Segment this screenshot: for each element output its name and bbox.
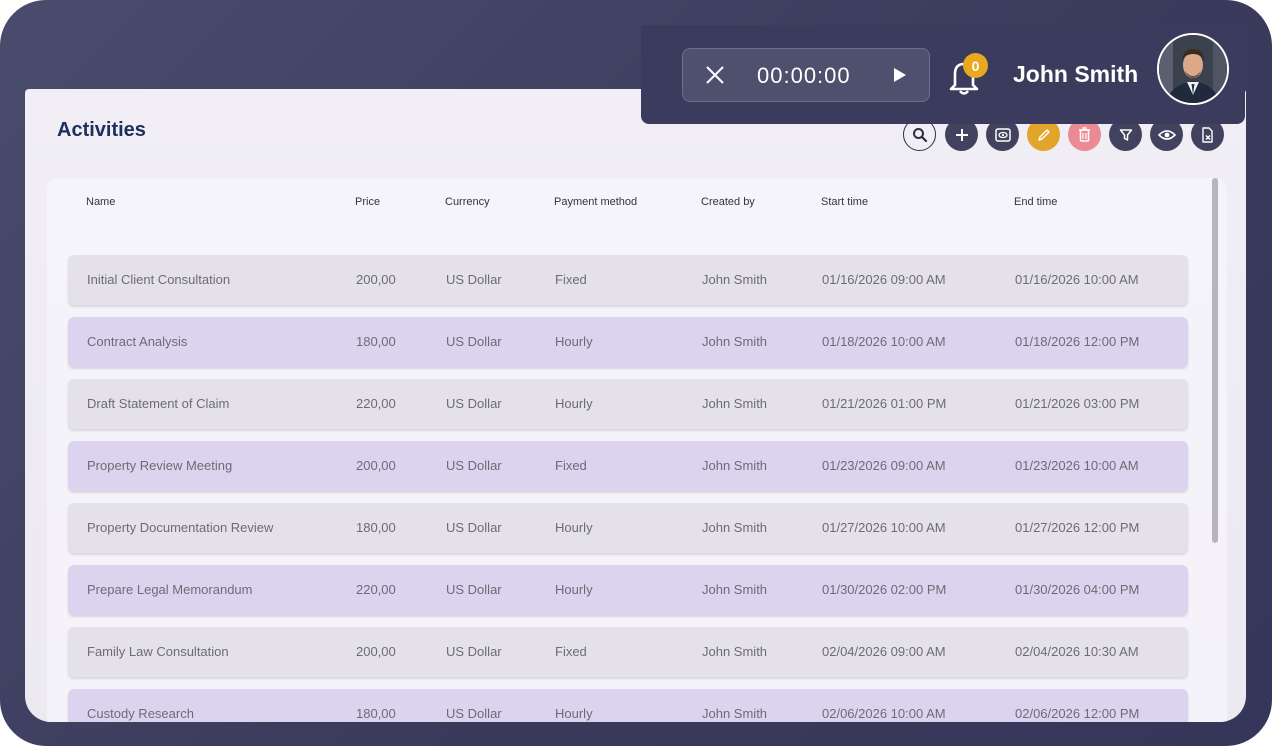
cell-end-time: 02/06/2026 12:00 PM bbox=[1015, 706, 1140, 721]
app-frame: Activities Name Price Currency Payment m… bbox=[0, 0, 1272, 746]
cell-payment-method: Hourly bbox=[555, 520, 593, 535]
column-header-payment-method[interactable]: Payment method bbox=[554, 196, 637, 208]
cell-start-time: 02/04/2026 09:00 AM bbox=[822, 644, 946, 659]
column-header-currency[interactable]: Currency bbox=[445, 196, 490, 208]
cell-name: Custody Research bbox=[87, 706, 194, 721]
table-row[interactable]: Draft Statement of Claim 220,00 US Dollar H… bbox=[68, 379, 1188, 429]
cell-price: 220,00 bbox=[356, 396, 396, 411]
cell-currency: US Dollar bbox=[446, 520, 502, 535]
notification-badge: 0 bbox=[963, 53, 988, 78]
cell-price: 200,00 bbox=[356, 272, 396, 287]
cell-created-by: John Smith bbox=[702, 458, 768, 473]
table-row[interactable]: Contract Analysis 180,00 US Dollar Hourly Jo… bbox=[68, 317, 1188, 367]
cell-payment-method: Hourly bbox=[555, 334, 593, 349]
edit-icon bbox=[1037, 128, 1050, 141]
cell-currency: US Dollar bbox=[446, 706, 502, 721]
cell-name: Prepare Legal Memorandum bbox=[87, 582, 253, 597]
cell-payment-method: Fixed bbox=[555, 644, 587, 659]
eye-icon bbox=[1157, 129, 1176, 140]
cell-payment-method: Hourly bbox=[555, 582, 593, 597]
user-name[interactable]: John Smith bbox=[1013, 61, 1138, 88]
cell-currency: US Dollar bbox=[446, 272, 502, 287]
cell-start-time: 01/21/2026 01:00 PM bbox=[822, 396, 947, 411]
cell-currency: US Dollar bbox=[446, 458, 502, 473]
table-row[interactable]: Initial Client Consultation 200,00 US Doll… bbox=[68, 255, 1188, 305]
cell-start-time: 01/16/2026 09:00 AM bbox=[822, 272, 946, 287]
activities-panel: Activities Name Price Currency Payment m… bbox=[25, 89, 1246, 722]
cell-start-time: 02/06/2026 10:00 AM bbox=[822, 706, 946, 721]
filter-icon bbox=[1119, 128, 1132, 141]
cell-currency: US Dollar bbox=[446, 396, 502, 411]
close-icon[interactable] bbox=[705, 65, 725, 85]
column-header-created-by[interactable]: Created by bbox=[701, 196, 755, 208]
timer-value: 00:00:00 bbox=[757, 63, 851, 88]
cell-created-by: John Smith bbox=[702, 582, 768, 597]
preview-icon bbox=[994, 127, 1011, 142]
cell-name: Draft Statement of Claim bbox=[87, 396, 230, 411]
column-header-price[interactable]: Price bbox=[355, 196, 380, 208]
cell-name: Contract Analysis bbox=[87, 334, 188, 349]
page-title: Activities bbox=[57, 119, 146, 141]
cell-end-time: 01/21/2026 03:00 PM bbox=[1015, 396, 1140, 411]
avatar-image bbox=[1159, 35, 1227, 103]
cell-end-time: 01/16/2026 10:00 AM bbox=[1015, 272, 1139, 287]
table-row[interactable]: Property Review Meeting 200,00 US Dollar Fi… bbox=[68, 441, 1188, 491]
cell-name: Property Documentation Review bbox=[87, 520, 274, 535]
cell-name: Property Review Meeting bbox=[87, 458, 233, 473]
cell-created-by: John Smith bbox=[702, 396, 768, 411]
cell-currency: US Dollar bbox=[446, 644, 502, 659]
cell-created-by: John Smith bbox=[702, 334, 768, 349]
play-icon[interactable] bbox=[893, 67, 907, 83]
table-row[interactable]: Prepare Legal Memorandum 220,00 US Dollar H… bbox=[68, 565, 1188, 615]
cell-start-time: 01/27/2026 10:00 AM bbox=[822, 520, 946, 535]
column-header-name[interactable]: Name bbox=[86, 196, 115, 208]
top-bar: 00:00:00 0 John Smith bbox=[641, 25, 1245, 124]
plus-icon bbox=[955, 128, 968, 141]
clear-file-icon bbox=[1202, 126, 1213, 143]
cell-name: Initial Client Consultation bbox=[87, 272, 231, 287]
trash-icon bbox=[1079, 127, 1090, 142]
cell-price: 180,00 bbox=[356, 706, 396, 721]
cell-end-time: 02/04/2026 10:30 AM bbox=[1015, 644, 1139, 659]
cell-end-time: 01/30/2026 04:00 PM bbox=[1015, 582, 1140, 597]
cell-payment-method: Fixed bbox=[555, 272, 587, 287]
cell-created-by: John Smith bbox=[702, 520, 768, 535]
cell-payment-method: Hourly bbox=[555, 396, 593, 411]
table-row[interactable]: Property Documentation Review 180,00 US Do… bbox=[68, 503, 1188, 553]
search-icon bbox=[912, 127, 927, 142]
cell-created-by: John Smith bbox=[702, 706, 768, 721]
avatar[interactable] bbox=[1157, 33, 1229, 105]
table-row[interactable]: Custody Research 180,00 US Dollar Hourly Joh… bbox=[68, 689, 1188, 722]
table-row[interactable]: Family Law Consultation 200,00 US Dollar Fi… bbox=[68, 627, 1188, 677]
timer-widget: 00:00:00 bbox=[682, 48, 930, 102]
cell-end-time: 01/27/2026 12:00 PM bbox=[1015, 520, 1140, 535]
cell-created-by: John Smith bbox=[702, 272, 768, 287]
cell-currency: US Dollar bbox=[446, 582, 502, 597]
cell-payment-method: Fixed bbox=[555, 458, 587, 473]
cell-end-time: 01/23/2026 10:00 AM bbox=[1015, 458, 1139, 473]
cell-end-time: 01/18/2026 12:00 PM bbox=[1015, 334, 1140, 349]
cell-start-time: 01/30/2026 02:00 PM bbox=[822, 582, 947, 597]
scrollbar[interactable] bbox=[1209, 178, 1221, 722]
cell-name: Family Law Consultation bbox=[87, 644, 229, 659]
cell-currency: US Dollar bbox=[446, 334, 502, 349]
column-header-end-time[interactable]: End time bbox=[1014, 196, 1057, 208]
cell-created-by: John Smith bbox=[702, 644, 768, 659]
cell-price: 220,00 bbox=[356, 582, 396, 597]
column-header-start-time[interactable]: Start time bbox=[821, 196, 868, 208]
cell-price: 200,00 bbox=[356, 644, 396, 659]
cell-price: 180,00 bbox=[356, 334, 396, 349]
cell-payment-method: Hourly bbox=[555, 706, 593, 721]
cell-price: 200,00 bbox=[356, 458, 396, 473]
cell-start-time: 01/18/2026 10:00 AM bbox=[822, 334, 946, 349]
cell-price: 180,00 bbox=[356, 520, 396, 535]
cell-start-time: 01/23/2026 09:00 AM bbox=[822, 458, 946, 473]
scrollbar-thumb[interactable] bbox=[1212, 178, 1218, 543]
